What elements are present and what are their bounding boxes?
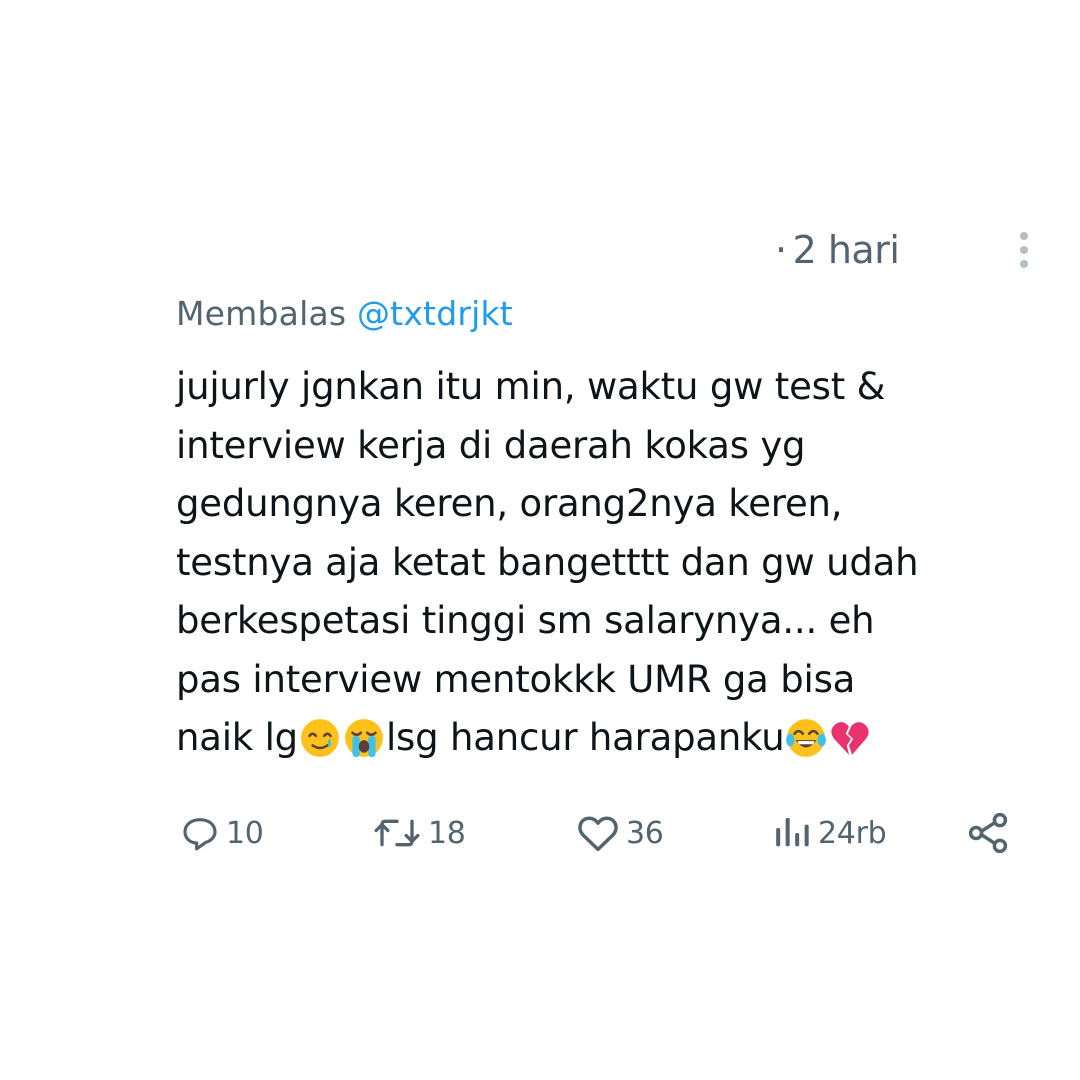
reply-handle-link[interactable]: @txtdrjkt	[357, 294, 513, 333]
more-options-button[interactable]	[1004, 228, 1044, 272]
tweet-line: naik lg	[176, 716, 298, 759]
share-icon	[968, 812, 1008, 854]
tweet-line: lsg hancur harapanku	[385, 716, 785, 759]
tweet-line: jujurly jgnkan itu min, waktu gw test &	[176, 365, 886, 408]
more-vertical-icon	[1020, 232, 1028, 268]
face-with-tears-of-joy-emoji-icon	[786, 719, 827, 757]
tweet-line: interview kerja di daerah kokas yg	[176, 423, 806, 467]
reply-icon	[183, 818, 217, 851]
tweet-text: jujurly jgnkan itu min, waktu gw test & …	[176, 358, 1036, 768]
broken-heart-emoji-icon	[831, 722, 870, 755]
smiling-face-with-tear-emoji-icon	[301, 719, 339, 757]
retweet-icon	[374, 819, 420, 847]
share-button[interactable]	[966, 807, 1010, 859]
loudly-crying-face-emoji-icon	[345, 719, 383, 757]
retweet-button[interactable]: 18	[372, 807, 466, 859]
views-count: 24rb	[818, 815, 887, 851]
tweet-timestamp[interactable]: 2 hari	[793, 226, 900, 274]
reply-button[interactable]: 10	[180, 807, 264, 859]
tweet-line: pas interview mentokkk UMR ga bisa	[176, 657, 856, 701]
views-button[interactable]: 24rb	[772, 807, 887, 859]
time-separator: ·	[775, 228, 787, 272]
like-count: 36	[626, 815, 664, 851]
tweet-line: berkespetasi tinggi sm salarynya... eh	[176, 599, 875, 642]
reply-prefix: Membalas	[176, 294, 347, 333]
tweet-action-bar: 10 18 36 24rb	[180, 807, 1010, 859]
tweet-meta: · 2 hari	[775, 226, 900, 274]
retweet-count: 18	[428, 815, 466, 851]
replying-to: Membalas @txtdrjkt	[176, 292, 513, 336]
like-icon	[578, 816, 618, 852]
like-button[interactable]: 36	[576, 807, 664, 859]
tweet-line-last-a: naik lg lsg hancur harapanku	[176, 716, 872, 759]
tweet-line: gedungnya keren, orang2nya keren,	[176, 482, 843, 525]
reply-count: 10	[226, 815, 264, 851]
views-icon	[776, 818, 809, 847]
tweet-line: testnya aja ketat bangetttt dan gw udah	[176, 540, 919, 584]
